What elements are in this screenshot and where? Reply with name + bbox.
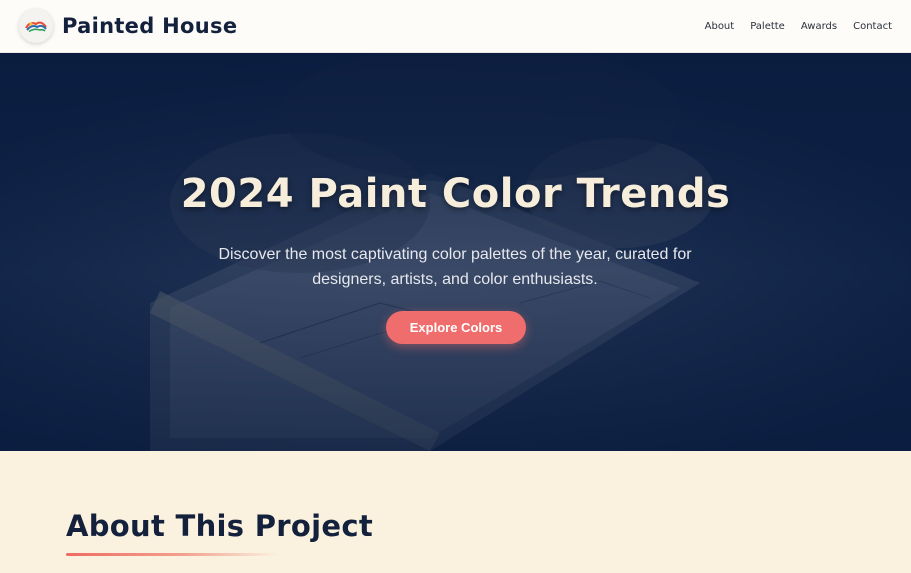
nav-link-contact[interactable]: Contact — [853, 21, 892, 32]
nav-link-awards[interactable]: Awards — [801, 21, 837, 32]
site-header: Painted House About Palette Awards Conta… — [0, 0, 911, 53]
hero-subtitle: Discover the most captivating color pale… — [218, 246, 692, 288]
nav-link-about[interactable]: About — [705, 21, 735, 32]
hero-content: 2024 Paint Color Trends Discover the mos… — [0, 53, 911, 451]
about-section: About This Project — [0, 451, 911, 573]
hero-title: 2024 Paint Color Trends — [180, 171, 731, 217]
main-nav: About Palette Awards Contact — [689, 21, 892, 32]
hero-section: 2024 Paint Color Trends Discover the mos… — [0, 53, 911, 451]
brand[interactable]: Painted House — [19, 9, 237, 43]
brand-name[interactable]: Painted House — [62, 14, 237, 38]
paint-palette-logo-icon[interactable] — [19, 9, 53, 43]
title-underline — [66, 553, 278, 556]
nav-link-palette[interactable]: Palette — [750, 21, 785, 32]
explore-colors-button[interactable]: Explore Colors — [386, 311, 526, 344]
about-title: About This Project — [66, 509, 373, 543]
